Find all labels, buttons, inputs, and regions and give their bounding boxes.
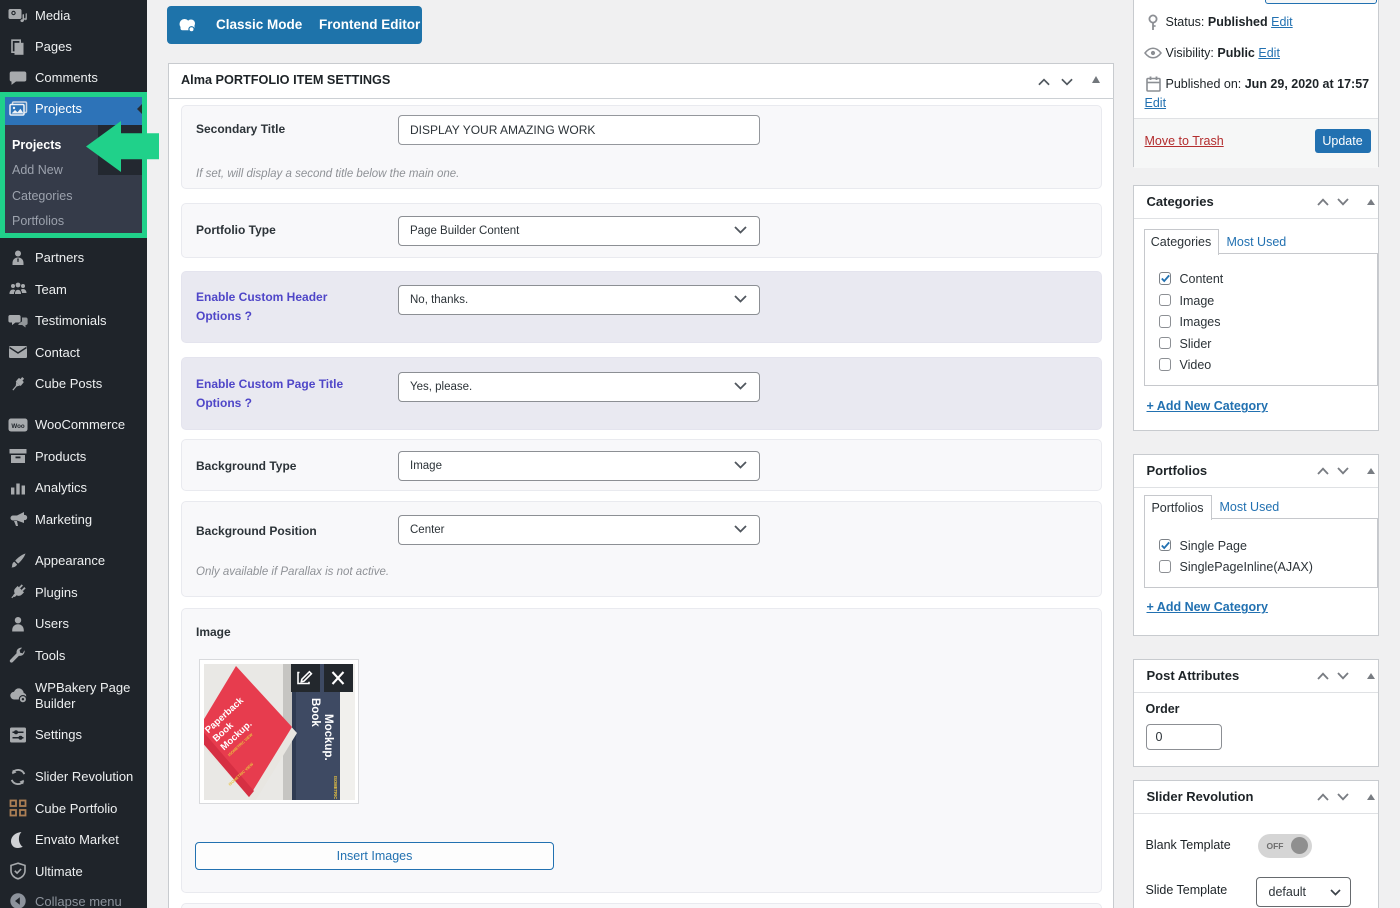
svg-text:Woo: Woo (11, 423, 25, 430)
svg-text:ISOMETRIC VIEW: ISOMETRIC VIEW (333, 776, 338, 800)
svg-text:Mockup.: Mockup. (322, 714, 334, 761)
svg-text:Book: Book (309, 698, 321, 727)
